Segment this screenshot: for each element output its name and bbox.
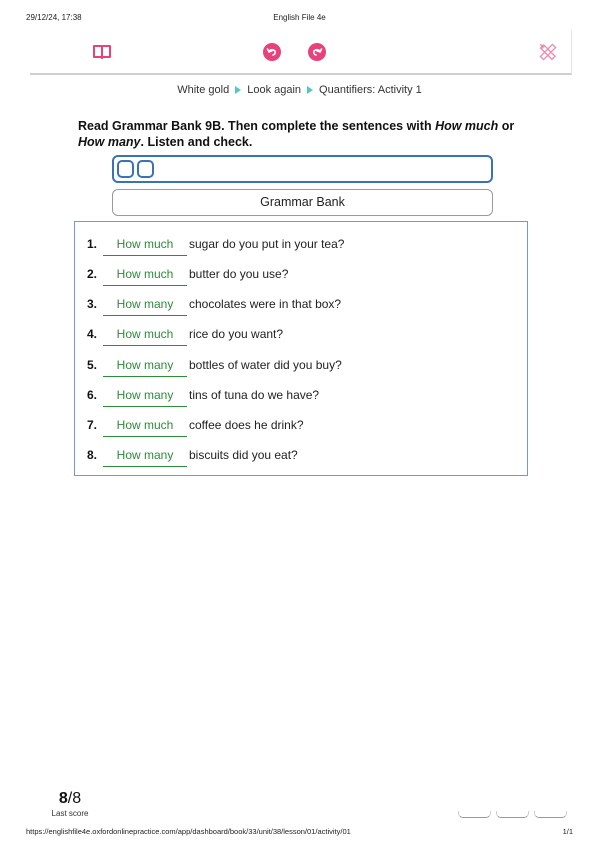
exercise-row: 7. How much coffee does he drink? bbox=[75, 415, 527, 437]
breadcrumb-item-unit[interactable]: White gold bbox=[177, 84, 229, 96]
instructions: Read Grammar Bank 9B. Then complete the … bbox=[78, 119, 515, 149]
chevron-right-icon bbox=[235, 86, 242, 95]
sentence-text: coffee does he drink? bbox=[189, 418, 304, 432]
undo-icon bbox=[263, 43, 281, 61]
book-icon bbox=[93, 45, 111, 59]
footer-button[interactable] bbox=[534, 811, 567, 818]
sentence-text: biscuits did you eat? bbox=[189, 448, 298, 462]
exercise-panel: 1. How much sugar do you put in your tea… bbox=[74, 221, 528, 476]
pencil-ruler-icon bbox=[539, 43, 557, 61]
toolbar bbox=[30, 30, 572, 75]
tools-button[interactable] bbox=[538, 42, 558, 62]
answer-options-box bbox=[112, 155, 493, 183]
score-value: 8/8 bbox=[58, 790, 82, 807]
breadcrumb: White gold Look again Quantifiers: Activit… bbox=[0, 84, 599, 96]
book-button[interactable] bbox=[92, 42, 112, 62]
answer-field[interactable]: How many bbox=[103, 385, 187, 407]
answer-field[interactable]: How many bbox=[103, 294, 187, 316]
grammar-bank-button[interactable]: Grammar Bank bbox=[112, 189, 493, 216]
undo-button[interactable] bbox=[262, 42, 282, 62]
answer-field[interactable]: How much bbox=[103, 415, 187, 437]
sentence-text: chocolates were in that box? bbox=[189, 297, 342, 311]
exercise-row: 6. How many tins of tuna do we have? bbox=[75, 385, 527, 407]
breadcrumb-item-activity: Quantifiers: Activity 1 bbox=[319, 84, 422, 97]
print-title: English File 4e bbox=[273, 13, 326, 22]
sentence-text: tins of tuna do we have? bbox=[189, 388, 320, 402]
last-score: 8/8 Last score bbox=[40, 790, 100, 818]
answer-field[interactable]: How much bbox=[103, 324, 187, 346]
exercise-row: 3. How many chocolates were in that box? bbox=[75, 294, 527, 316]
chevron-right-icon bbox=[307, 86, 314, 95]
print-page-number: 1/1 bbox=[562, 827, 573, 836]
redo-icon bbox=[308, 43, 326, 61]
exercise-row: 2. How much butter do you use? bbox=[75, 264, 527, 286]
score-label: Last score bbox=[51, 809, 89, 818]
option-slot[interactable] bbox=[137, 160, 154, 178]
answer-field[interactable]: How much bbox=[103, 264, 187, 286]
exercise-row: 4. How much rice do you want? bbox=[75, 324, 527, 346]
breadcrumb-item-lesson[interactable]: Look again bbox=[247, 84, 301, 96]
answer-field[interactable]: How many bbox=[103, 445, 187, 467]
sentence-text: rice do you want? bbox=[189, 327, 284, 341]
answer-field[interactable]: How many bbox=[103, 355, 187, 377]
option-slot[interactable] bbox=[117, 160, 134, 178]
print-header: 29/12/24, 17:38 English File 4e bbox=[26, 13, 573, 25]
print-url: https://englishfile4e.oxfordonlinepracti… bbox=[26, 827, 351, 836]
sentence-text: bottles of water did you buy? bbox=[189, 358, 342, 372]
answer-field[interactable]: How much bbox=[103, 234, 187, 256]
exercise-row: 5. How many bottles of water did you buy… bbox=[75, 355, 527, 377]
redo-button[interactable] bbox=[307, 42, 327, 62]
exercise-row: 8. How many biscuits did you eat? bbox=[75, 445, 527, 467]
exercise-row: 1. How much sugar do you put in your tea… bbox=[75, 234, 527, 256]
sentence-text: sugar do you put in your tea? bbox=[189, 237, 345, 251]
footer-button[interactable] bbox=[458, 811, 491, 818]
sentence-text: butter do you use? bbox=[189, 267, 289, 281]
footer-button[interactable] bbox=[496, 811, 529, 818]
